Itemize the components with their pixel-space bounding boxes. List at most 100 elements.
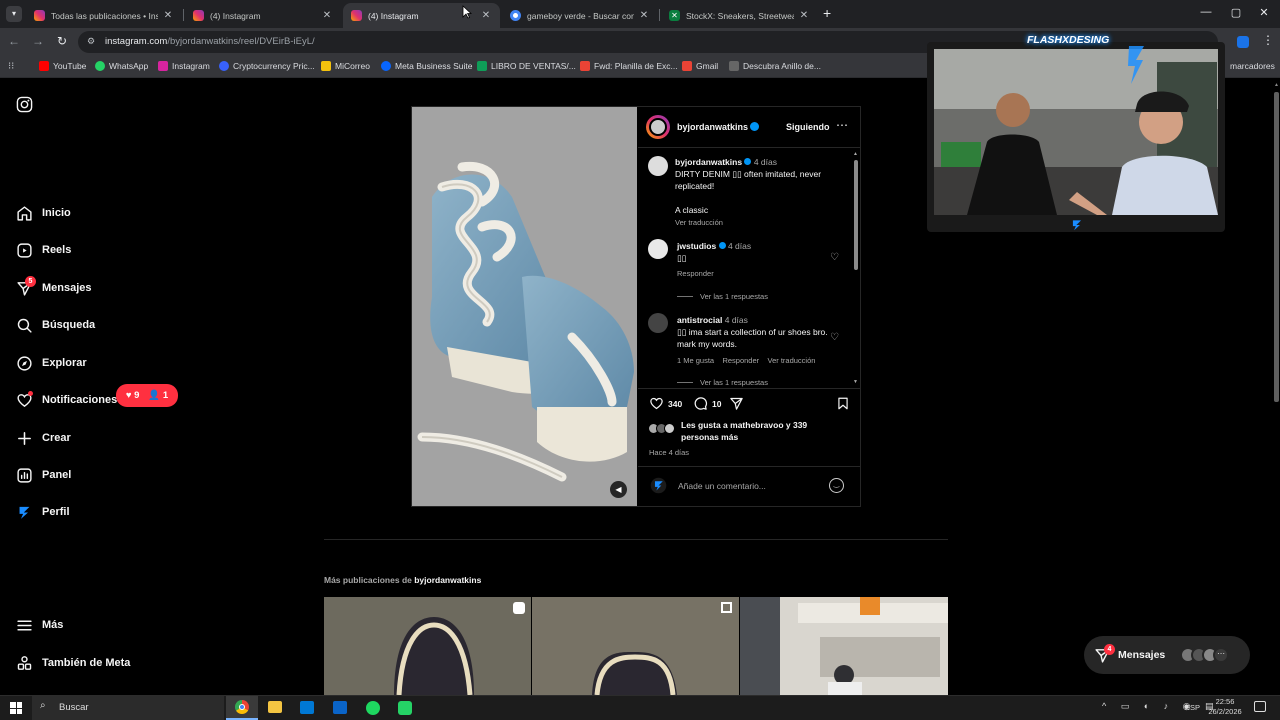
mute-button[interactable]: ◀: [610, 481, 627, 498]
reply-link[interactable]: Responder: [722, 356, 759, 365]
bookmark[interactable]: Descubra Anillo de...: [729, 61, 821, 71]
spotify-icon[interactable]: [366, 701, 380, 715]
bookmark[interactable]: WhatsApp: [95, 61, 148, 71]
forward-button[interactable]: →: [30, 34, 46, 48]
sidebar-item-perfil[interactable]: Perfil: [15, 503, 70, 521]
whatsapp-icon[interactable]: [398, 701, 412, 715]
following-button[interactable]: Siguiendo: [786, 122, 830, 132]
notifications-popover-badge[interactable]: ♥ 9 👤 1: [116, 384, 178, 407]
maximize-button[interactable]: ▢: [1228, 6, 1244, 19]
like-button[interactable]: 340: [649, 396, 682, 411]
instagram-icon: [193, 10, 204, 21]
sidebar-item-notificaciones[interactable]: Notificaciones: [15, 391, 117, 409]
language-indicator[interactable]: ESP: [1185, 703, 1200, 712]
page-scrollbar[interactable]: ▲: [1273, 80, 1280, 695]
more-options-icon[interactable]: ⋯: [836, 118, 848, 132]
sidebar-item-mensajes[interactable]: 5 Mensajes: [15, 276, 92, 297]
comment-username[interactable]: jwstudios: [677, 241, 716, 251]
instagram-logo-icon[interactable]: [16, 96, 33, 113]
sidebar-item-reels[interactable]: Reels: [15, 241, 71, 259]
extension-icon[interactable]: [1237, 36, 1249, 48]
webcam-feed: [934, 49, 1218, 215]
bookmark[interactable]: Meta Business Suite: [381, 61, 472, 71]
bookmark[interactable]: LIBRO DE VENTAS/...: [477, 61, 576, 71]
share-button[interactable]: [729, 396, 744, 411]
browser-tab[interactable]: gameboy verde - Buscar con G ✕: [502, 3, 658, 28]
browser-tab[interactable]: Todas las publicaciones • Instag ✕: [26, 3, 182, 28]
close-icon[interactable]: ✕: [480, 10, 492, 21]
sidebar-item-crear[interactable]: Crear: [15, 429, 71, 447]
back-button[interactable]: ←: [6, 34, 22, 48]
menu-icon[interactable]: ⋮: [1262, 33, 1274, 47]
browser-tab[interactable]: (4) Instagram ✕: [185, 3, 341, 28]
close-icon[interactable]: ✕: [162, 10, 174, 21]
comment-username[interactable]: antistrocial: [677, 315, 722, 325]
close-icon[interactable]: ✕: [638, 10, 650, 21]
sidebar-item-mas[interactable]: Más: [15, 616, 63, 634]
see-translation-link[interactable]: Ver traducción: [768, 356, 816, 365]
sidebar-item-explorar[interactable]: Explorar: [15, 354, 87, 372]
windows-start-icon[interactable]: [10, 702, 22, 714]
bookmarks-folder[interactable]: marcadores: [1230, 61, 1275, 71]
more-post-thumbnail[interactable]: [324, 597, 531, 695]
heart-icon: [650, 397, 663, 410]
notification-center-icon[interactable]: [1254, 701, 1266, 712]
store-icon[interactable]: [300, 701, 314, 714]
reply-link[interactable]: Responder: [677, 269, 714, 278]
chrome-taskbar-icon[interactable]: [226, 696, 258, 720]
sidebar-item-inicio[interactable]: Inicio: [15, 204, 71, 222]
tray-icons[interactable]: ^ ▭ ◐ ♪ ◉ ▤: [1102, 701, 1220, 712]
see-translation-link[interactable]: Ver traducción: [675, 218, 723, 227]
taskbar-search[interactable]: ⌕ Buscar: [32, 696, 224, 720]
bookmark[interactable]: MiCorreo: [321, 61, 370, 71]
new-tab-button[interactable]: +: [823, 5, 831, 21]
close-icon[interactable]: ✕: [798, 10, 810, 21]
liked-by-text[interactable]: Les gusta a mathebravoo y 339 personas m…: [681, 419, 831, 443]
browser-tab[interactable]: ✕ StockX: Sneakers, Streetwear, T ✕: [661, 3, 818, 28]
close-icon[interactable]: ✕: [321, 10, 333, 21]
heart-filled-icon: ♥: [125, 390, 132, 401]
more-post-thumbnail[interactable]: [740, 597, 948, 695]
file-explorer-icon[interactable]: [268, 701, 282, 713]
comments-scrollbar[interactable]: ▲ ▼: [852, 151, 860, 386]
follows-count: 👤 1: [148, 390, 169, 401]
sidebar-item-tambien-de-meta[interactable]: También de Meta: [15, 654, 130, 672]
conversation-avatars: ⋯: [1180, 647, 1240, 663]
comment-like-icon[interactable]: ♡: [830, 332, 839, 343]
mouse-cursor-icon: [462, 5, 472, 19]
minimize-button[interactable]: —: [1198, 6, 1214, 18]
reload-button[interactable]: ↻: [54, 34, 70, 48]
emoji-icon[interactable]: ‿: [829, 478, 844, 493]
comment-button[interactable]: 10: [693, 396, 721, 411]
bookmark[interactable]: Instagram: [158, 61, 210, 71]
messages-pill[interactable]: 4 Mensajes ⋯: [1084, 636, 1250, 674]
bookmark[interactable]: YouTube: [39, 61, 86, 71]
tab-search-button[interactable]: ▾: [6, 6, 22, 22]
comment-avatar[interactable]: [648, 239, 668, 259]
site-info-icon[interactable]: ⚙: [87, 36, 95, 47]
apps-icon[interactable]: ⁝⁝: [8, 61, 14, 72]
author-username[interactable]: byjordanwatkins: [677, 122, 748, 132]
bookmark[interactable]: Gmail: [682, 61, 718, 71]
caption-avatar[interactable]: [648, 156, 668, 176]
bookmark[interactable]: Cryptocurrency Pric...: [219, 61, 315, 71]
comment-likes[interactable]: 1 Me gusta: [677, 356, 714, 365]
bookmark[interactable]: Fwd: Planilla de Exc...: [580, 61, 678, 71]
save-button[interactable]: [836, 396, 850, 411]
outlook-icon[interactable]: [333, 701, 347, 714]
close-window-button[interactable]: ✕: [1256, 6, 1272, 19]
reel-icon: [513, 602, 525, 614]
sidebar-item-busqueda[interactable]: Búsqueda: [15, 316, 95, 334]
reel-video[interactable]: ◀: [412, 107, 637, 506]
view-replies-link[interactable]: Ver las 1 respuestas: [700, 378, 768, 387]
comment-input[interactable]: Añade un comentario...: [678, 481, 823, 493]
browser-tab-active[interactable]: (4) Instagram ✕: [343, 3, 500, 28]
comment-like-icon[interactable]: ♡: [830, 252, 839, 263]
more-post-thumbnail[interactable]: [532, 597, 739, 695]
view-replies-link[interactable]: Ver las 1 respuestas: [700, 292, 768, 301]
comment-avatar[interactable]: [648, 313, 668, 333]
caption-username[interactable]: byjordanwatkins: [675, 157, 742, 167]
sneaker-image: [412, 107, 637, 506]
clock[interactable]: 22:56 26/2/2026: [1203, 697, 1247, 717]
sidebar-item-panel[interactable]: Panel: [15, 466, 71, 484]
